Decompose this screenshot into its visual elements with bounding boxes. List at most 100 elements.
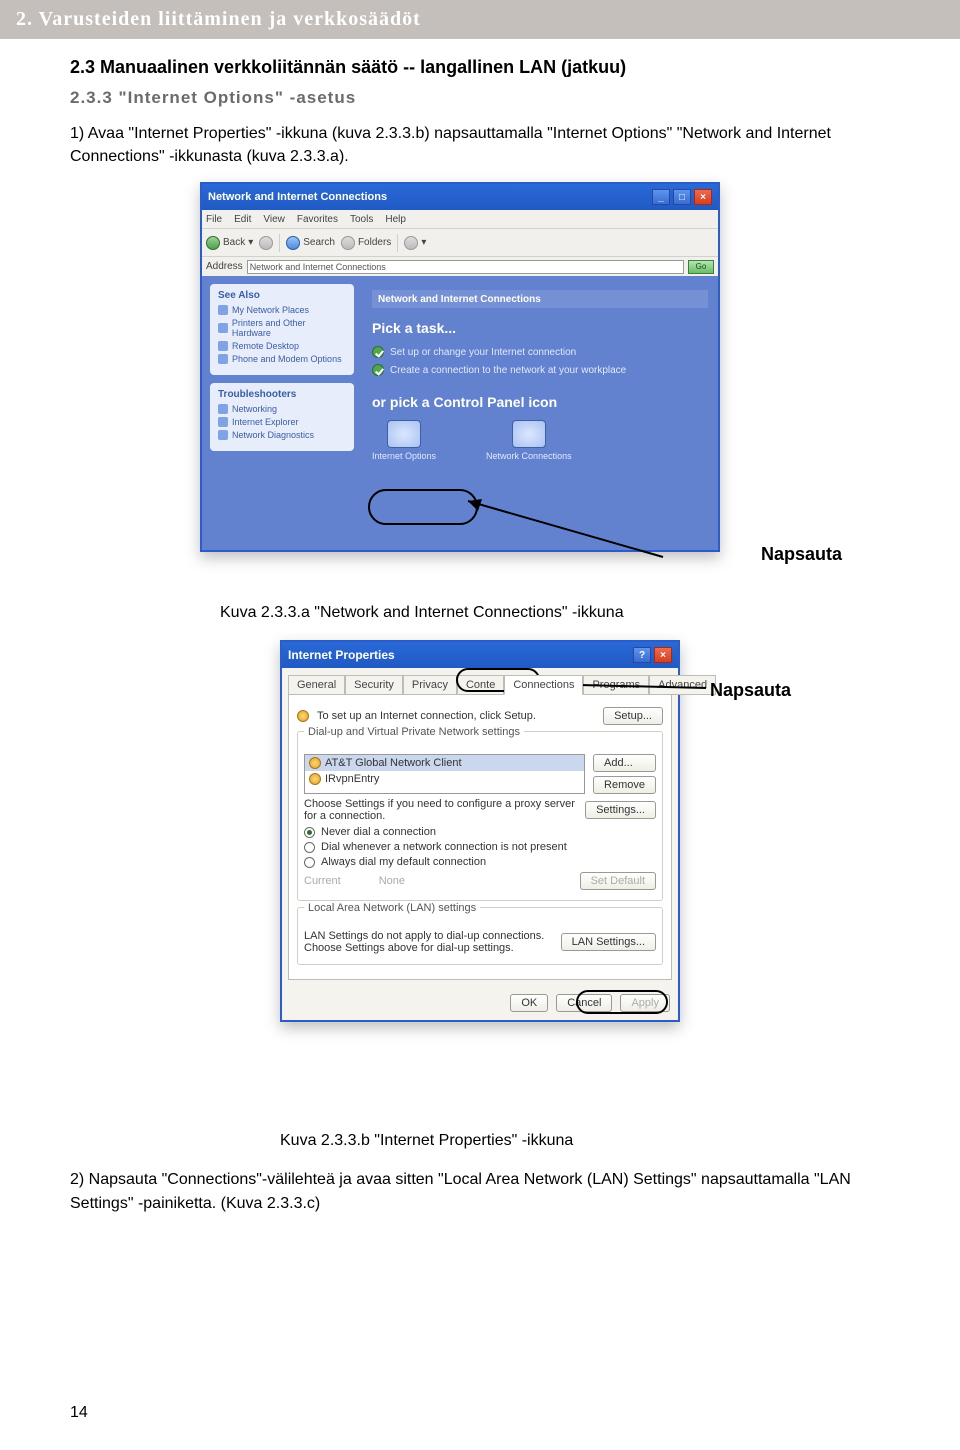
- set-default-button: Set Default: [580, 872, 656, 890]
- pick-a-task: Pick a task...: [372, 320, 708, 336]
- para1-text: 1) Avaa "Internet Properties" -ikkuna (k…: [70, 125, 831, 165]
- page-header: 2. Varusteiden liittäminen ja verkkosääd…: [0, 0, 960, 39]
- sidebar: See Also My Network Places Printers and …: [202, 276, 362, 550]
- proxy-row: Choose Settings if you need to configure…: [304, 798, 656, 822]
- see-also-header: See Also: [218, 290, 346, 301]
- connection-list[interactable]: AT&T Global Network Client IRvpnEntry: [304, 754, 585, 794]
- list-row: AT&T Global Network Client IRvpnEntry Ad…: [304, 754, 656, 794]
- para2-text: 2) Napsauta "Connections"-välilehteä ja …: [70, 1171, 851, 1211]
- proxy-text: Choose Settings if you need to configure…: [304, 798, 577, 822]
- tab-security[interactable]: Security: [345, 675, 403, 695]
- close-button[interactable]: ×: [654, 647, 672, 663]
- maximize-button[interactable]: □: [673, 189, 691, 205]
- content: 2.3 Manuaalinen verkkoliitännän säätö --…: [0, 39, 960, 1215]
- side-item[interactable]: Internet Explorer: [218, 417, 346, 427]
- side-item[interactable]: Phone and Modem Options: [218, 354, 346, 364]
- toolbar: Back▾ Search Folders ▾: [202, 228, 718, 256]
- arrow-icon: [372, 346, 384, 358]
- cp-title: or pick a Control Panel icon: [372, 394, 708, 410]
- caption-2: Kuva 2.3.3.b "Internet Properties" -ikku…: [280, 1132, 890, 1150]
- menu-file[interactable]: File: [206, 214, 222, 225]
- current-label: Current: [304, 875, 341, 887]
- go-button[interactable]: Go: [688, 260, 714, 274]
- napsauta-label-2: Napsauta: [710, 680, 791, 701]
- cp-row: Internet Options Network Connections: [372, 420, 708, 461]
- address-field[interactable]: Network and Internet Connections: [247, 260, 684, 274]
- radio-icon: [304, 842, 315, 853]
- see-also-panel: See Also My Network Places Printers and …: [210, 284, 354, 375]
- help-button[interactable]: ?: [633, 647, 651, 663]
- search-button[interactable]: Search: [286, 236, 335, 250]
- radio-whenever[interactable]: Dial whenever a network connection is no…: [304, 841, 656, 853]
- dialog-titlebar: Internet Properties ? ×: [282, 642, 678, 668]
- radio-always[interactable]: Always dial my default connection: [304, 856, 656, 868]
- section-title: 2.3 Manuaalinen verkkoliitännän säätö --…: [70, 57, 890, 78]
- side-item[interactable]: Network Diagnostics: [218, 430, 346, 440]
- menu-favorites[interactable]: Favorites: [297, 214, 338, 225]
- views-button[interactable]: ▾: [404, 236, 426, 250]
- close-button[interactable]: ×: [694, 189, 712, 205]
- troubleshooters-panel: Troubleshooters Networking Internet Expl…: [210, 383, 354, 451]
- tab-privacy[interactable]: Privacy: [403, 675, 457, 695]
- tab-pane: To set up an Internet connection, click …: [288, 694, 672, 980]
- fwd-button[interactable]: [259, 236, 273, 250]
- minimize-button[interactable]: _: [652, 189, 670, 205]
- task-2[interactable]: Create a connection to the network at yo…: [372, 364, 708, 376]
- menubar: File Edit View Favorites Tools Help: [202, 210, 718, 228]
- dialup-group: Dial-up and Virtual Private Network sett…: [297, 731, 663, 901]
- dialog-window: Internet Properties ? × General Security…: [280, 640, 680, 1022]
- radio-icon: [304, 827, 315, 838]
- ok-button[interactable]: OK: [510, 994, 548, 1012]
- side-item[interactable]: Remote Desktop: [218, 341, 346, 351]
- menu-tools[interactable]: Tools: [350, 214, 373, 225]
- window-title: Network and Internet Connections: [208, 191, 649, 203]
- globe-icon: [297, 710, 309, 722]
- internet-options-icon[interactable]: Internet Options: [372, 420, 436, 461]
- back-button[interactable]: Back▾: [206, 236, 253, 250]
- menu-edit[interactable]: Edit: [234, 214, 251, 225]
- caption-1: Kuva 2.3.3.a "Network and Internet Conne…: [220, 604, 890, 622]
- highlight-ring-lan: [576, 990, 668, 1014]
- globe-icon: [387, 420, 421, 448]
- network-connections-icon[interactable]: Network Connections: [486, 420, 572, 461]
- group-title-2: Local Area Network (LAN) settings: [304, 902, 480, 914]
- screenshot-1: Network and Internet Connections _ □ × F…: [200, 182, 760, 592]
- setup-button[interactable]: Setup...: [603, 707, 663, 725]
- settings-button[interactable]: Settings...: [585, 801, 656, 819]
- page-number: 14: [70, 1404, 88, 1422]
- current-value: None: [349, 875, 572, 887]
- dialog-title: Internet Properties: [288, 648, 630, 662]
- setup-text: To set up an Internet connection, click …: [317, 710, 595, 722]
- setup-row: To set up an Internet connection, click …: [297, 707, 663, 725]
- folders-button[interactable]: Folders: [341, 236, 391, 250]
- network-icon: [512, 420, 546, 448]
- current-row: Current None Set Default: [304, 872, 656, 890]
- radio-never[interactable]: Never dial a connection: [304, 826, 656, 838]
- lan-text: LAN Settings do not apply to dial-up con…: [304, 930, 553, 954]
- task-1[interactable]: Set up or change your Internet connectio…: [372, 346, 708, 358]
- remove-button[interactable]: Remove: [593, 776, 656, 794]
- highlight-ring-1: [368, 489, 478, 525]
- side-item[interactable]: Printers and Other Hardware: [218, 318, 346, 338]
- side-item[interactable]: Networking: [218, 404, 346, 414]
- titlebar: Network and Internet Connections _ □ ×: [202, 184, 718, 210]
- menu-help[interactable]: Help: [385, 214, 406, 225]
- subsection-title: 2.3.3 "Internet Options" -asetus: [70, 88, 890, 108]
- lan-row: LAN Settings do not apply to dial-up con…: [304, 930, 656, 954]
- list-item: IRvpnEntry: [305, 771, 584, 787]
- tab-advanced[interactable]: Advanced: [649, 675, 716, 695]
- add-button[interactable]: Add...: [593, 754, 656, 772]
- trouble-header: Troubleshooters: [218, 389, 346, 400]
- lan-settings-button[interactable]: LAN Settings...: [561, 933, 656, 951]
- tab-connections[interactable]: Connections: [504, 675, 583, 695]
- main-header: Network and Internet Connections: [372, 290, 708, 308]
- address-label: Address: [206, 261, 243, 272]
- connection-icon: [309, 757, 321, 769]
- tab-programs[interactable]: Programs: [583, 675, 649, 695]
- arrow-icon: [372, 364, 384, 376]
- tab-general[interactable]: General: [288, 675, 345, 695]
- addressbar: Address Network and Internet Connections…: [202, 256, 718, 276]
- side-item[interactable]: My Network Places: [218, 305, 346, 315]
- menu-view[interactable]: View: [263, 214, 285, 225]
- napsauta-label-1: Napsauta: [761, 544, 842, 565]
